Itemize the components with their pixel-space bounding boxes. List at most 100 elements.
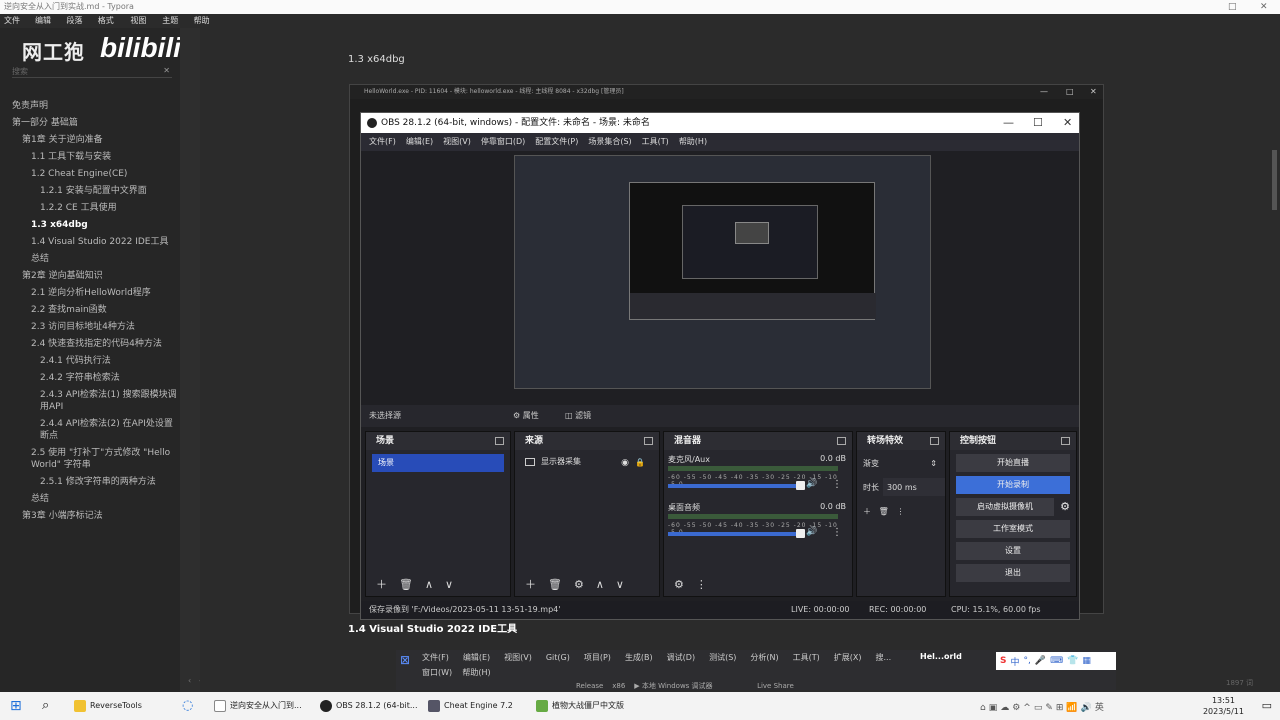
down-icon[interactable]: ∨	[616, 574, 624, 596]
properties-button[interactable]: ⚙ 属性	[513, 405, 539, 427]
add-icon[interactable]: ＋	[376, 574, 387, 596]
outline-item[interactable]: 2.4.2 字符串检索法	[0, 370, 180, 387]
outline-search-input[interactable]: 搜索 ✕	[12, 66, 172, 78]
trash-icon[interactable]: 🗑	[399, 574, 413, 596]
menu-help[interactable]: 帮助(H)	[194, 14, 220, 39]
outline-item[interactable]: 2.3 访问目标地址4种方法	[0, 319, 180, 336]
scene-item[interactable]: 场景	[372, 454, 504, 472]
scrollbar[interactable]	[1272, 150, 1277, 210]
popout-icon[interactable]	[837, 437, 846, 445]
settings-button[interactable]: 设置	[956, 542, 1070, 560]
eye-icon[interactable]: ◉	[621, 455, 629, 471]
up-icon[interactable]: ∧	[425, 574, 433, 596]
gear-icon[interactable]: ⚙	[574, 574, 584, 596]
menu-view[interactable]: 视图(V)	[130, 14, 156, 39]
studio-mode-button[interactable]: 工作室模式	[956, 520, 1070, 538]
add-icon[interactable]: ＋	[863, 507, 871, 516]
word-count[interactable]: 1897 词	[1226, 678, 1253, 688]
restore-button[interactable]: □	[1228, 0, 1237, 14]
outline-item[interactable]: 第1章 关于逆向准备	[0, 132, 180, 149]
transition-select[interactable]: 渐变 ⇕	[863, 454, 939, 474]
menu-theme[interactable]: 主题(T)	[162, 14, 187, 39]
obs-menu-scene-collection[interactable]: 场景集合(S)	[588, 133, 631, 151]
obs-menu-profile[interactable]: 配置文件(P)	[535, 133, 578, 151]
taskbar-item-cheatengine[interactable]: Cheat Engine 7.2	[426, 692, 513, 720]
outline-item[interactable]: 总结	[0, 491, 180, 508]
speaker-icon[interactable]: 🔊	[806, 527, 817, 537]
outline-item[interactable]: 第3章 小端序标记法	[0, 508, 180, 525]
outline-item[interactable]: 2.5.1 修改字符串的两种方法	[0, 474, 180, 491]
more-icon[interactable]: ⋮	[896, 507, 904, 516]
add-icon[interactable]: ＋	[525, 574, 536, 596]
outline-item[interactable]: 1.4 Visual Studio 2022 IDE工具	[0, 234, 180, 251]
popout-icon[interactable]	[495, 437, 504, 445]
outline-item[interactable]: 第2章 逆向基础知识	[0, 268, 180, 285]
skin-icon[interactable]: 👕	[1067, 656, 1078, 666]
ime-toolbar[interactable]: S 中 °, 🎤 ⌨ 👕 ▦	[996, 652, 1116, 670]
trash-icon[interactable]: 🗑	[879, 507, 889, 516]
close-icon[interactable]: ✕	[163, 66, 170, 75]
gear-icon[interactable]: ⚙	[1060, 498, 1070, 516]
minimize-button[interactable]: —	[1003, 113, 1014, 133]
search-icon[interactable]: ⌕	[42, 698, 49, 713]
volume-slider[interactable]	[668, 529, 805, 538]
taskbar-item-obs[interactable]: OBS 28.1.2 (64-bit...	[318, 692, 418, 720]
outline-item[interactable]: 1.1 工具下载与安装	[0, 149, 180, 166]
down-icon[interactable]: ∨	[445, 574, 453, 596]
tray-icons[interactable]: ⌂▣☁⚙^▭✎⊞📶🔊英	[980, 700, 1107, 713]
speaker-icon[interactable]: 🔊	[806, 479, 817, 489]
outline-item[interactable]: 总结	[0, 251, 180, 268]
outline-item[interactable]: 2.1 逆向分析HelloWorld程序	[0, 285, 180, 302]
virtual-camera-button[interactable]: 启动虚拟摄像机 ⚙	[956, 498, 1070, 516]
keyboard-icon[interactable]: ⌨	[1050, 656, 1063, 666]
obs-menu-tools[interactable]: 工具(T)	[642, 133, 669, 151]
outline-item[interactable]: 1.2.2 CE 工具使用	[0, 200, 180, 217]
windows-start-icon[interactable]: ⊞	[10, 698, 22, 714]
outline-item[interactable]: 2.4.4 API检索法(2) 在API处设置断点	[0, 416, 180, 445]
microphone-icon[interactable]: 🎤	[1035, 656, 1046, 666]
menu-format[interactable]: 格式(O)	[98, 14, 125, 39]
obs-menu-docks[interactable]: 停靠窗口(D)	[481, 133, 525, 151]
outline-item[interactable]: 2.4.3 API检索法(1) 搜索跟模块调用API	[0, 387, 180, 416]
menu-paragraph[interactable]: 段落(P)	[67, 14, 92, 39]
taskbar-item-typora[interactable]: 逆向安全从入门到...	[212, 692, 302, 720]
obs-menu-file[interactable]: 文件(F)	[369, 133, 396, 151]
lock-icon[interactable]: 🔒	[635, 455, 645, 471]
slider-knob[interactable]	[796, 529, 805, 538]
outline-item[interactable]: 1.3 x64dbg	[0, 217, 180, 234]
popout-icon[interactable]	[1061, 437, 1070, 445]
sogou-icon[interactable]: S	[1000, 656, 1006, 666]
volume-slider[interactable]	[668, 481, 805, 490]
obs-menu-view[interactable]: 视图(V)	[443, 133, 471, 151]
taskbar-item-reversetools[interactable]: ReverseTools	[72, 692, 142, 720]
grid-icon[interactable]: ▦	[1082, 656, 1091, 666]
outline-item[interactable]: 免责声明	[0, 98, 180, 115]
exit-button[interactable]: 退出	[956, 564, 1070, 582]
more-icon[interactable]: ⋮	[832, 479, 842, 490]
menu-edit[interactable]: 编辑(E)	[35, 14, 60, 39]
outline-item[interactable]: 第一部分 基础篇	[0, 115, 180, 132]
outline-item[interactable]: 2.2 查找main函数	[0, 302, 180, 319]
popout-icon[interactable]	[644, 437, 653, 445]
taskbar-item-pvz[interactable]: 植物大战僵尸中文版	[534, 692, 624, 720]
close-button[interactable]: ✕	[1260, 0, 1268, 14]
start-streaming-button[interactable]: 开始直播	[956, 454, 1070, 472]
filters-button[interactable]: ◫ 滤镜	[565, 405, 591, 427]
obs-menu-help[interactable]: 帮助(H)	[679, 133, 707, 151]
taskbar-clock[interactable]: 13:51 2023/5/11	[1203, 695, 1244, 717]
outline-item[interactable]: 2.4.1 代码执行法	[0, 353, 180, 370]
obs-menu-edit[interactable]: 编辑(E)	[406, 133, 433, 151]
outline-item[interactable]: 1.2.1 安装与配置中文界面	[0, 183, 180, 200]
menu-file[interactable]: 文件(F)	[4, 14, 29, 39]
start-recording-button[interactable]: 开始录制	[956, 476, 1070, 494]
maximize-button[interactable]: ☐	[1033, 113, 1043, 133]
ime-chinese[interactable]: 中	[1010, 655, 1019, 668]
gear-icon[interactable]: ⚙	[674, 574, 684, 596]
obs-preview[interactable]	[514, 155, 931, 389]
more-icon[interactable]: ⋮	[832, 527, 842, 538]
ime-punct[interactable]: °,	[1024, 656, 1031, 666]
duration-input[interactable]: 300 ms	[883, 478, 945, 496]
outline-item[interactable]: 2.5 使用 "打补丁"方式修改 "Hello World" 字符串	[0, 445, 180, 474]
slider-knob[interactable]	[796, 481, 805, 490]
outline-item[interactable]: 2.4 快速查找指定的代码4种方法	[0, 336, 180, 353]
